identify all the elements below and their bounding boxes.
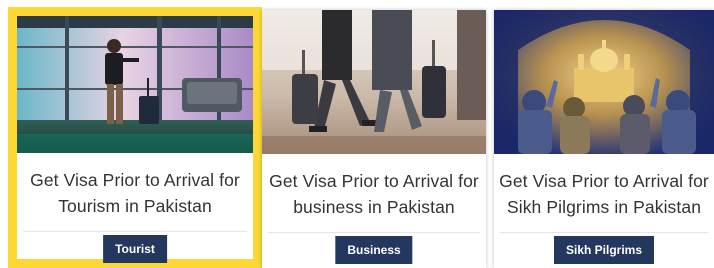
card-title: Get Visa Prior to Arrival for business i… bbox=[262, 168, 486, 220]
card-title-line-2: Sikh Pilgrims in Pakistan bbox=[506, 197, 702, 217]
card-divider bbox=[500, 232, 708, 233]
card-title: Get Visa Prior to Arrival for Tourism in… bbox=[17, 167, 253, 219]
visa-card-business[interactable]: Get Visa Prior to Arrival for business i… bbox=[262, 10, 486, 268]
visa-card-sikh-pilgrims[interactable]: Get Visa Prior to Arrival for Sikh Pilgr… bbox=[494, 10, 714, 268]
business-button[interactable]: Business bbox=[335, 236, 413, 264]
card-title-line-1: Get Visa Prior to Arrival for bbox=[30, 170, 240, 190]
visa-categories-section: Get Visa Prior to Arrival for Tourism in… bbox=[0, 0, 714, 268]
sikh-pilgrims-photo bbox=[494, 10, 714, 154]
visa-card-tourist[interactable]: Get Visa Prior to Arrival for Tourism in… bbox=[8, 7, 262, 268]
card-title: Get Visa Prior to Arrival for Sikh Pilgr… bbox=[494, 168, 714, 220]
card-divider bbox=[268, 232, 480, 233]
tourist-photo bbox=[17, 16, 253, 153]
card-title-line-2: Tourism in Pakistan bbox=[58, 196, 212, 216]
business-photo bbox=[262, 10, 486, 154]
card-title-line-2: business in Pakistan bbox=[293, 197, 455, 217]
card-title-line-1: Get Visa Prior to Arrival for bbox=[269, 171, 479, 191]
sikh-pilgrims-button[interactable]: Sikh Pilgrims bbox=[553, 236, 655, 264]
card-title-line-1: Get Visa Prior to Arrival for bbox=[499, 171, 709, 191]
card-divider bbox=[23, 231, 247, 232]
tourist-button[interactable]: Tourist bbox=[103, 235, 167, 263]
